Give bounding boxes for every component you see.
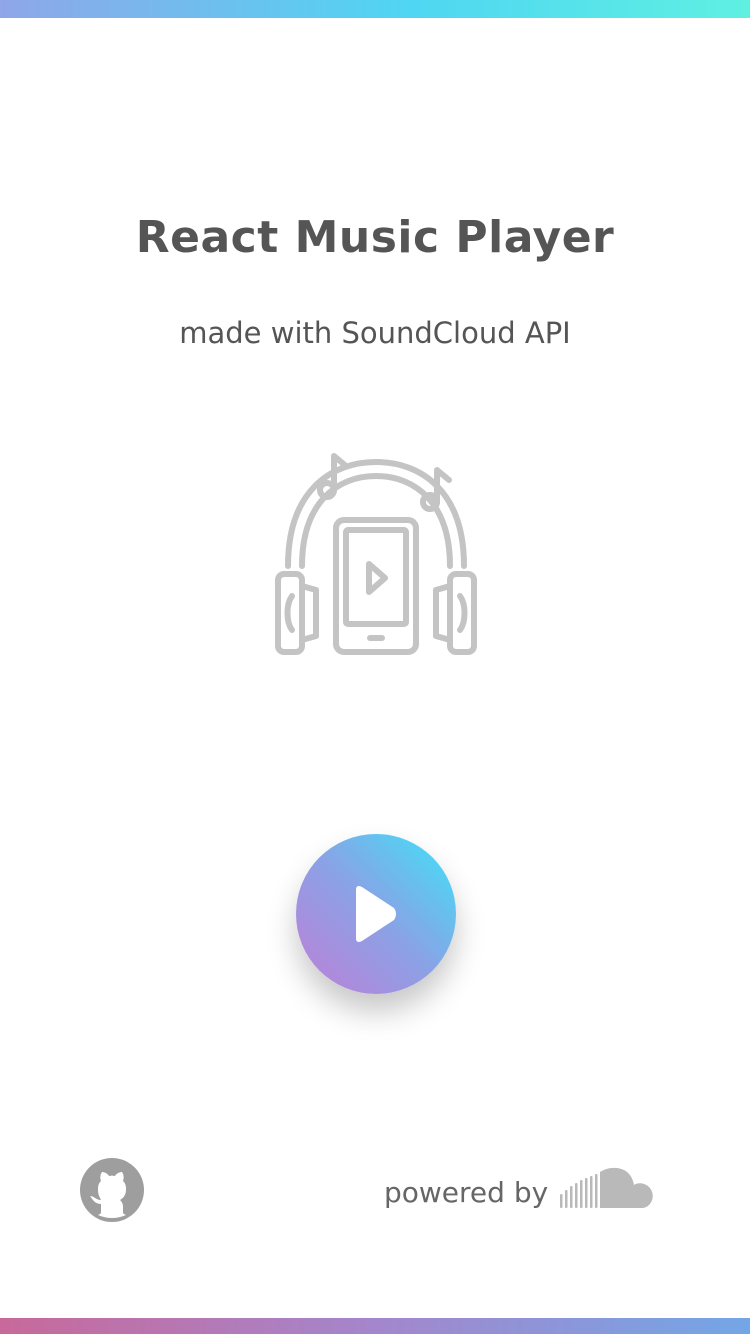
app-title: React Music Player bbox=[135, 212, 615, 263]
app-subtitle: made with SoundCloud API bbox=[179, 316, 571, 350]
github-link[interactable] bbox=[80, 1158, 144, 1222]
github-icon bbox=[80, 1158, 144, 1222]
home-screen: React Music Player made with SoundCloud … bbox=[0, 0, 750, 1334]
headphones-phone-music-icon bbox=[270, 450, 482, 660]
top-gradient-bar bbox=[0, 0, 750, 18]
powered-by-label: powered by bbox=[384, 1176, 549, 1209]
play-button[interactable] bbox=[296, 834, 456, 994]
soundcloud-link[interactable] bbox=[558, 1166, 654, 1212]
bottom-gradient-bar bbox=[0, 1318, 750, 1334]
play-icon bbox=[356, 886, 396, 942]
soundcloud-icon bbox=[560, 1167, 653, 1208]
